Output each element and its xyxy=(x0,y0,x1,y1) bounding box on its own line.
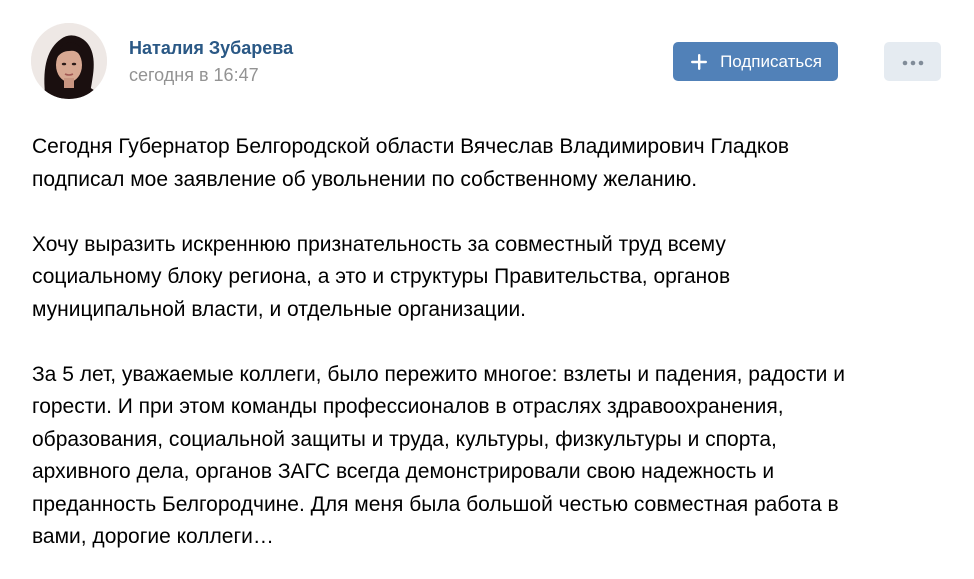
subscribe-label: Подписаться xyxy=(720,51,822,71)
more-options-button[interactable] xyxy=(884,42,941,81)
post-paragraph: Хочу выразить искреннюю признательность … xyxy=(32,232,731,321)
author-name-link[interactable]: Наталия Зубарева xyxy=(129,37,293,59)
post-card: Наталия Зубарева сегодня в 16:47 Подписа… xyxy=(0,0,974,579)
avatar-photo xyxy=(31,23,107,99)
post-date[interactable]: сегодня в 16:47 xyxy=(129,64,259,86)
post-text: Сегодня Губернатор Белгородской области … xyxy=(32,131,962,554)
subscribe-button[interactable]: Подписаться xyxy=(673,42,838,81)
post-paragraph: Сегодня Губернатор Белгородской области … xyxy=(32,135,790,191)
more-dots-icon xyxy=(902,53,924,71)
avatar[interactable] xyxy=(31,23,107,99)
post-paragraph: За 5 лет, уважаемые коллеги, было пережи… xyxy=(32,362,845,549)
plus-icon xyxy=(689,52,709,72)
